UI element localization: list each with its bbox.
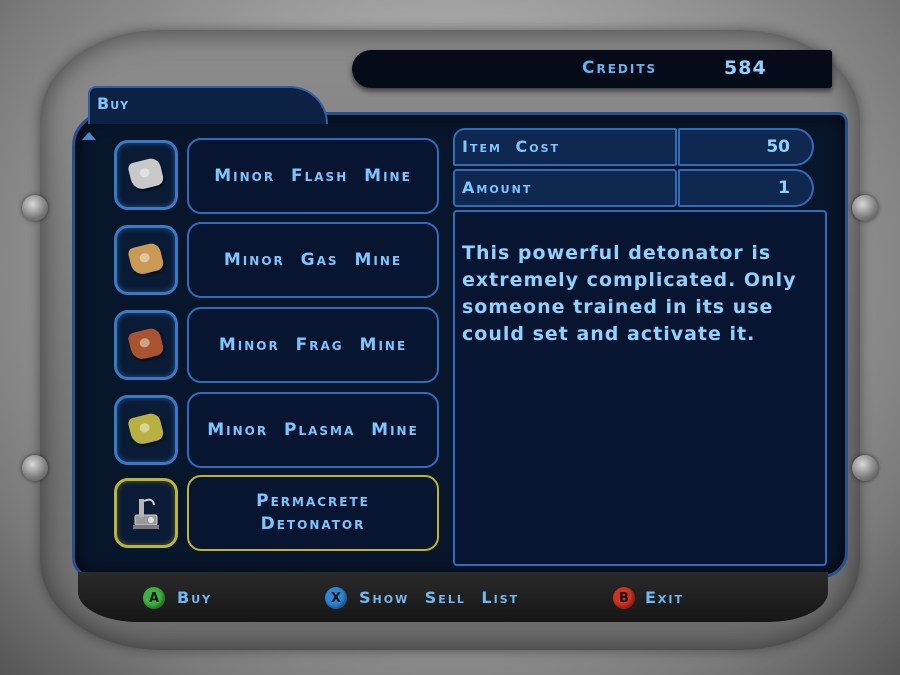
item-description: This powerful detonator is extremely com…: [462, 242, 797, 345]
a-button-icon: A: [143, 587, 165, 609]
item-icon-box[interactable]: [114, 395, 178, 465]
x-button-glyph: X: [330, 590, 342, 606]
show-sell-list-action[interactable]: Show Sell List: [359, 588, 519, 607]
b-button-glyph: B: [619, 590, 629, 606]
item-name: Minor Gas Mine: [223, 249, 403, 270]
item-icon-box[interactable]: [114, 140, 178, 210]
buy-action[interactable]: Buy: [177, 588, 212, 607]
bolt-icon: [22, 455, 48, 481]
list-item[interactable]: Minor Frag Mine: [187, 307, 439, 383]
frag-mine-icon: [127, 326, 165, 362]
x-button-icon: X: [325, 587, 347, 609]
credits-value: 584: [724, 57, 767, 79]
item-name: Minor Flash Mine: [214, 165, 412, 186]
list-item-selected[interactable]: Permacrete Detonator: [187, 475, 439, 551]
bolt-icon: [22, 195, 48, 221]
detonator-icon: [133, 498, 159, 529]
tab-buy-label: Buy: [97, 94, 130, 113]
item-name: Minor Plasma Mine: [207, 419, 419, 440]
amount-value: 1: [778, 178, 790, 198]
item-cost-label: Item Cost: [462, 137, 561, 156]
a-button-glyph: A: [148, 590, 160, 606]
b-button-icon: B: [613, 587, 635, 609]
gas-mine-icon: [127, 241, 165, 277]
item-icon-box[interactable]: [114, 310, 178, 380]
item-icon-box-selected[interactable]: [114, 478, 178, 548]
bolt-icon: [852, 455, 878, 481]
item-name: Permacrete Detonator: [256, 491, 370, 534]
exit-action[interactable]: Exit: [645, 588, 684, 607]
list-item[interactable]: Minor Flash Mine: [187, 138, 439, 214]
flash-mine-icon: [127, 156, 165, 192]
bolt-icon: [852, 195, 878, 221]
list-item[interactable]: Minor Plasma Mine: [187, 392, 439, 468]
scroll-up-arrow-icon[interactable]: [82, 132, 96, 140]
item-icon-box[interactable]: [114, 225, 178, 295]
amount-label: Amount: [462, 178, 533, 197]
plasma-mine-icon: [127, 411, 165, 447]
item-cost-value: 50: [766, 137, 790, 157]
item-name: Minor Frag Mine: [218, 334, 408, 355]
list-item[interactable]: Minor Gas Mine: [187, 222, 439, 298]
credits-label: Credits: [582, 58, 658, 78]
